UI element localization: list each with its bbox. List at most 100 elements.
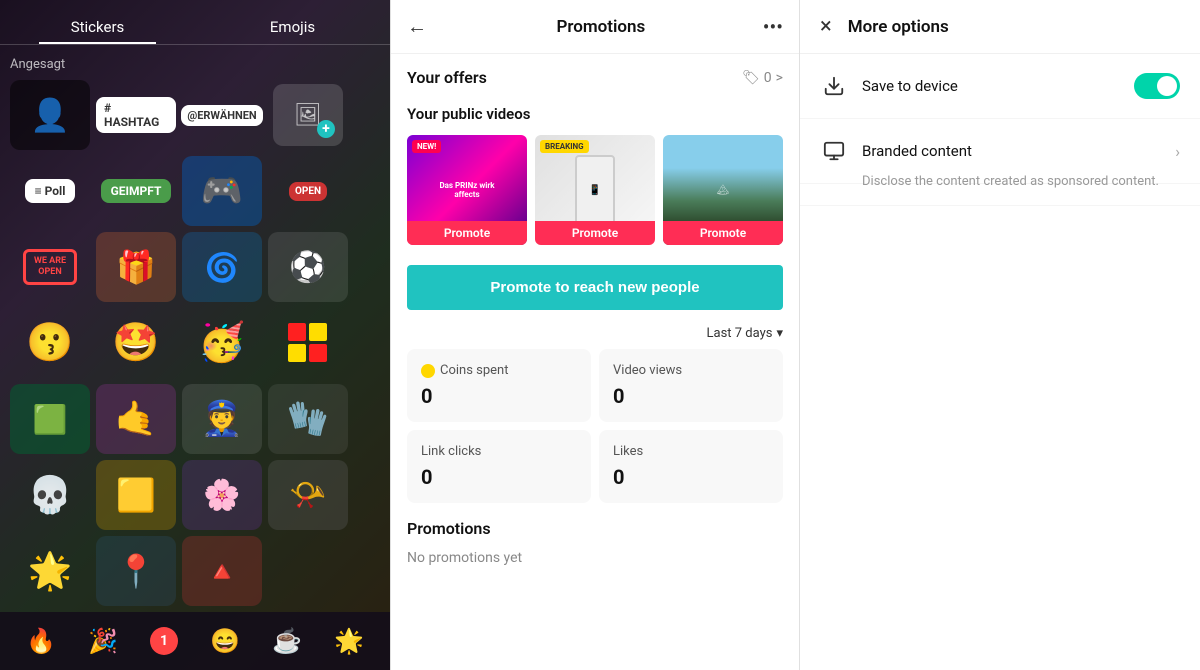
sticker-open-outline[interactable]: WE ARE OPEN <box>10 232 90 302</box>
offers-row: Your offers 🏷 0 > <box>391 54 799 101</box>
promotions-heading: Promotions <box>407 519 783 538</box>
more-options-header: × More options <box>800 0 1200 54</box>
back-button[interactable]: ← <box>407 14 427 39</box>
save-to-device-toggle[interactable] <box>1134 73 1180 99</box>
stat-card-likes: Likes 0 <box>599 430 783 503</box>
tab-stickers[interactable]: Stickers <box>0 8 195 44</box>
offers-right[interactable]: 🏷 0 > <box>742 70 783 86</box>
stat-card-video-views: Video views 0 <box>599 349 783 422</box>
filter-chevron: ▾ <box>776 326 783 341</box>
filter-label: Last 7 days <box>707 326 773 341</box>
tabs-bar: Stickers Emojis <box>0 0 390 45</box>
sticker-gift[interactable]: 🎁 <box>96 232 176 302</box>
videos-label: Your public videos <box>407 105 783 123</box>
sticker-mention[interactable]: @ERWÄHNEN <box>182 80 262 150</box>
sticker-glove[interactable]: 🧤 <box>268 384 348 454</box>
promotions-section: Promotions No promotions yet <box>391 519 799 566</box>
sticker-row-5: 🟩 🤙 👮 🧤 <box>10 384 380 454</box>
sticker-yellow-card[interactable]: 🟨 <box>96 460 176 530</box>
video-badge-2: BREAKING <box>540 140 589 153</box>
sticker-profile[interactable]: 👤 <box>10 80 90 150</box>
stat-card-link-clicks: Link clicks 0 <box>407 430 591 503</box>
branded-content-chevron: › <box>1175 142 1180 161</box>
stats-grid: Coins spent 0 Video views 0 Link clicks … <box>391 349 799 519</box>
stat-value-likes: 0 <box>613 465 769 489</box>
sticker-pin[interactable]: 📍 <box>96 536 176 606</box>
sticker-row-1: 👤 # HASHTAG @ERWÄHNEN 🖼 + <box>10 80 380 150</box>
branded-content-section: Branded content › Disclose the content c… <box>800 119 1200 206</box>
branded-content-description: Disclose the content created as sponsore… <box>800 174 1200 205</box>
promote-to-reach-button[interactable]: Promote to reach new people <box>407 265 783 310</box>
offers-count: 0 <box>764 70 772 86</box>
sticker-poll[interactable]: ≡ Poll <box>10 156 90 226</box>
offers-tag-icon: 🏷 <box>742 70 760 86</box>
stickers-panel: Stickers Emojis Angesagt 👤 # HASHTAG @ER… <box>0 0 390 670</box>
bottom-smile-icon[interactable]: 😄 <box>210 627 240 655</box>
promote-label-3: Promote <box>663 221 783 245</box>
save-to-device-icon <box>820 72 848 100</box>
promote-label-2: Promote <box>535 221 655 245</box>
promote-label-1: Promote <box>407 221 527 245</box>
stat-label-coins: Coins spent <box>421 363 577 378</box>
video-badge-1: NEW! <box>412 140 441 153</box>
bottom-fire-icon[interactable]: 🔥 <box>26 627 56 655</box>
stat-value-video-views: 0 <box>613 384 769 408</box>
sticker-emoji-starstruck[interactable]: 🤩 <box>96 308 176 378</box>
branded-content-label: Branded content <box>862 142 1175 160</box>
save-to-device-label: Save to device <box>862 77 1134 95</box>
stats-filter: Last 7 days ▾ <box>391 326 799 349</box>
sticker-row-4: 😗 🤩 🥳 <box>10 308 380 378</box>
sticker-emoji-dizzy[interactable]: 😗 <box>10 308 90 378</box>
sticker-neon[interactable]: 🌀 <box>182 232 262 302</box>
video-thumb-1[interactable]: Das PRINz wirkaffects NEW! Promote <box>407 135 527 245</box>
filter-button[interactable]: Last 7 days ▾ <box>707 326 784 341</box>
sticker-finger-heart[interactable]: 🤙 <box>96 384 176 454</box>
branded-content-icon <box>820 137 848 165</box>
save-to-device-row: Save to device <box>800 54 1200 119</box>
sticker-game[interactable]: 🎮 <box>182 156 262 226</box>
sticker-triangle[interactable]: 🔺 <box>182 536 262 606</box>
stat-label-likes: Likes <box>613 444 769 459</box>
sticker-flower-chicken[interactable]: 🌸 <box>182 460 262 530</box>
sticker-add-image[interactable]: 🖼 + <box>268 80 348 150</box>
promotions-title: Promotions <box>439 17 763 37</box>
sticker-whistle[interactable]: 📯 <box>268 460 348 530</box>
bottom-number-icon[interactable]: 1 <box>150 627 178 655</box>
sticker-referee[interactable]: 👮 <box>182 384 262 454</box>
video-thumb-2[interactable]: 📱 BREAKING Promote <box>535 135 655 245</box>
offers-label: Your offers <box>407 68 487 87</box>
sticker-emoji-party[interactable]: 🥳 <box>182 308 262 378</box>
video-thumb-3[interactable]: 🏔 Promote <box>663 135 783 245</box>
stat-label-link-clicks: Link clicks <box>421 444 577 459</box>
sticker-skull[interactable]: 💀 <box>10 460 90 530</box>
promotions-panel: ← Promotions ••• Your offers 🏷 0 > Your … <box>390 0 800 670</box>
sticker-row-7: 🌟 📍 🔺 <box>10 536 380 606</box>
bottom-bar: 🔥 🎉 1 😄 ☕ 🌟 <box>0 612 390 670</box>
sticker-geimpft[interactable]: GEIMPFT <box>96 156 176 226</box>
stat-value-coins: 0 <box>421 384 577 408</box>
sticker-checkered[interactable] <box>268 308 348 378</box>
sticker-open-red[interactable]: OPEN <box>268 156 348 226</box>
close-button[interactable]: × <box>820 14 832 39</box>
sticker-sun-emoji[interactable]: 🌟 <box>10 536 90 606</box>
bottom-sparkles-icon[interactable]: 🎉 <box>88 627 118 655</box>
more-options-title: More options <box>848 17 949 37</box>
no-promotions-text: No promotions yet <box>407 550 783 566</box>
section-angesagt: Angesagt <box>10 53 380 80</box>
stickers-grid: Angesagt 👤 # HASHTAG @ERWÄHNEN 🖼 + ≡ P <box>0 45 390 615</box>
offers-chevron: > <box>776 70 783 86</box>
stat-card-coins: Coins spent 0 <box>407 349 591 422</box>
tab-emojis[interactable]: Emojis <box>195 8 390 44</box>
bottom-coffee-icon[interactable]: ☕ <box>272 627 302 655</box>
stat-value-link-clicks: 0 <box>421 465 577 489</box>
sticker-row-3: WE ARE OPEN 🎁 🌀 ⚽ <box>10 232 380 302</box>
sticker-hashtag[interactable]: # HASHTAG <box>96 80 176 150</box>
more-options-button[interactable]: ••• <box>763 15 783 39</box>
stat-label-video-views: Video views <box>613 363 769 378</box>
bottom-sun-icon[interactable]: 🌟 <box>334 627 364 655</box>
toggle-knob <box>1157 76 1177 96</box>
sticker-soccer-field[interactable]: 🟩 <box>10 384 90 454</box>
promotions-header: ← Promotions ••• <box>391 0 799 54</box>
more-options-panel: × More options Save to device Bran <box>800 0 1200 670</box>
sticker-soccer-badge[interactable]: ⚽ <box>268 232 348 302</box>
